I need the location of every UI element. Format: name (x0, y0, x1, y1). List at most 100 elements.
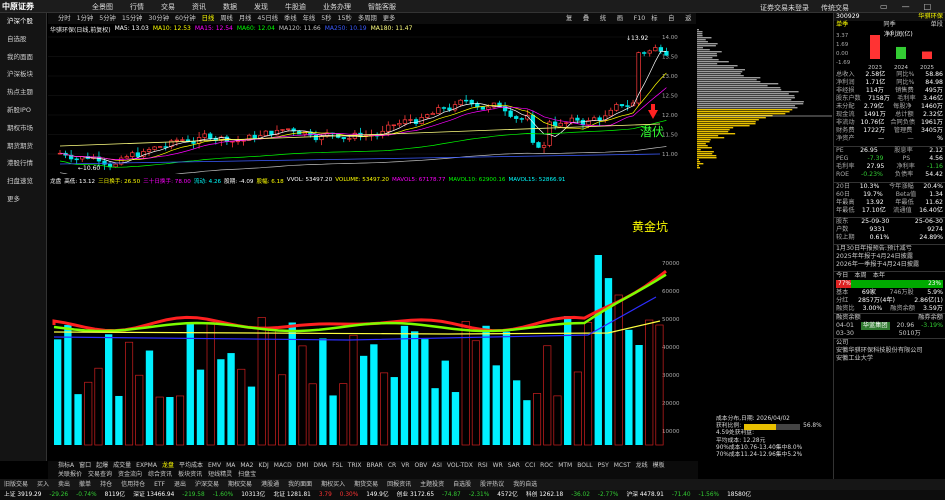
toolbar-button[interactable]: 返回 (685, 13, 696, 33)
timeframe-tab[interactable]: 日线 (202, 13, 215, 24)
bottom-menu-item[interactable]: 期货交易 (354, 479, 378, 490)
sidebar-item[interactable]: 扫盘速览 (0, 173, 46, 191)
toolbar-button[interactable]: 复权 (566, 13, 577, 33)
sidebar-item[interactable]: 更多 (0, 191, 46, 209)
timeframe-tab[interactable]: 月线 (239, 13, 252, 24)
bottom-menu-item[interactable]: 期权交易 (228, 479, 252, 490)
bottom-menu-item[interactable]: 卖出 (58, 479, 70, 490)
strength-tab[interactable]: 本周 (854, 272, 866, 279)
indicator-tab[interactable]: KDJ (258, 461, 268, 470)
indicator-tab[interactable]: BRAR (367, 461, 383, 470)
indicator-tab[interactable]: 成交量 (113, 461, 131, 470)
top-menu-item[interactable]: 行情 (130, 2, 144, 12)
bottom-menu-item[interactable]: 我的自选 (513, 479, 537, 490)
event-item[interactable]: 1月30日年报预告:预计减亏 (834, 245, 945, 253)
bottom-menu-item[interactable]: 旧版交易 (4, 479, 28, 490)
sidebar-item[interactable]: 我的面面 (0, 49, 46, 67)
sidebar-item[interactable]: 沪深个股 (0, 13, 46, 31)
indicator-tab[interactable]: VOL-TDX (447, 461, 473, 470)
info-tab[interactable]: 板块资讯 (178, 470, 202, 479)
timeframe-tab[interactable]: 年线 (303, 13, 316, 24)
timeframe-tab[interactable]: 多周期 (358, 13, 377, 24)
indicator-tab[interactable]: 平均成本 (179, 461, 203, 470)
indicator-tab[interactable]: 模板 (653, 461, 665, 470)
bottom-menu-item[interactable]: ETF (154, 479, 165, 490)
sidebar-item[interactable]: 港股行情 (0, 155, 46, 173)
event-item[interactable]: 2025年年报于4月24日披露 (834, 253, 945, 261)
timeframe-tab[interactable]: 30分钟 (148, 13, 169, 24)
info-tab[interactable]: 综合资讯 (148, 470, 172, 479)
indicator-tab[interactable]: MCST (614, 461, 631, 470)
info-tab[interactable]: 资金流向 (118, 470, 142, 479)
bottom-menu-item[interactable]: 主题投资 (420, 479, 444, 490)
indicator-tab[interactable]: MTM (558, 461, 572, 470)
info-tab[interactable]: 交易查询 (88, 470, 112, 479)
indicator-tab[interactable]: EXPMA (136, 461, 157, 470)
indicator-tab[interactable]: DMI (297, 461, 309, 470)
bottom-menu-item[interactable]: 退出 (174, 479, 186, 490)
sidebar-item[interactable]: 期货期货 (0, 138, 46, 156)
sidebar-item[interactable]: 新股IPO (0, 102, 46, 120)
info-tab[interactable]: 关联报价 (58, 470, 82, 479)
period-tab[interactable]: 单季 (836, 21, 848, 29)
top-menu-item[interactable]: 牛股逾 (285, 2, 306, 12)
sidebar-item[interactable]: 自选股 (0, 31, 46, 49)
bottom-menu-item[interactable]: 期权买入 (321, 479, 345, 490)
window-control[interactable]: — (902, 2, 910, 11)
timeframe-tab[interactable]: 15秒 (338, 13, 352, 24)
indicator-tab[interactable]: EMV (208, 461, 221, 470)
timeframe-tab[interactable]: 周线 (220, 13, 233, 24)
timeframe-tab[interactable]: 60分钟 (175, 13, 196, 24)
indicator-tab[interactable]: 窗口 (79, 461, 91, 470)
timeframe-tab[interactable]: 15分钟 (122, 13, 143, 24)
indicator-tab[interactable]: 龙线 (636, 461, 648, 470)
indicator-tab[interactable]: RSI (478, 461, 488, 470)
timeframe-tab[interactable]: 分时 (58, 13, 71, 24)
timeframe-tab[interactable]: 1分钟 (77, 13, 94, 24)
indicator-tab[interactable]: OBV (414, 461, 427, 470)
timeframe-tab[interactable]: 季线 (284, 13, 297, 24)
price-chart[interactable]: 14.0013.5013.0012.5012.0011.5011.00↓13.9… (48, 24, 696, 174)
strength-tab[interactable]: 本年 (873, 272, 885, 279)
timeframe-tab[interactable]: 45日线 (257, 13, 278, 24)
indicator-tab[interactable]: DMA (313, 461, 327, 470)
indicator-tab[interactable]: SAR (508, 461, 520, 470)
toolbar-button[interactable]: 自选 (668, 13, 679, 33)
top-menu-item[interactable]: 发现 (254, 2, 268, 12)
indicator-tab[interactable]: VR (401, 461, 409, 470)
bottom-menu-item[interactable]: 自选股 (453, 479, 471, 490)
top-menu-item[interactable]: 业务办理 (323, 2, 351, 12)
bottom-menu-item[interactable]: 回报资讯 (387, 479, 411, 490)
bottom-menu-item[interactable]: 撤单 (79, 479, 91, 490)
top-menu-item[interactable]: 资讯 (192, 2, 206, 12)
indicator-tab[interactable]: ASI (432, 461, 442, 470)
period-tab[interactable]: 同季 (883, 21, 895, 29)
sidebar-item[interactable]: 期权市场 (0, 120, 46, 138)
event-item[interactable]: 2026年一季报于4月24日披露 (834, 261, 945, 269)
window-control[interactable]: □ (924, 2, 932, 11)
bottom-menu-item[interactable]: 持仓 (100, 479, 112, 490)
info-tab[interactable]: 扫盘宝 (238, 470, 256, 479)
top-menu-item[interactable]: 全景图 (92, 2, 113, 12)
toolbar-button[interactable]: 统计 (600, 13, 611, 33)
indicator-tab[interactable]: MA2 (240, 461, 253, 470)
indicator-tab[interactable]: ROC (540, 461, 553, 470)
indicator-tab[interactable]: FSL (332, 461, 343, 470)
indicator-tab[interactable]: CCI (525, 461, 535, 470)
sidebar-item[interactable]: 热点主题 (0, 84, 46, 102)
top-menu-item[interactable]: 数据 (223, 2, 237, 12)
bottom-menu-item[interactable]: 沪深交易 (195, 479, 219, 490)
toolbar-button[interactable]: 画线 (617, 13, 628, 33)
indicator-tab[interactable]: TRIX (348, 461, 362, 470)
indicator-tab[interactable]: 起爆 (96, 461, 108, 470)
toolbar-button[interactable]: F10 (634, 13, 646, 24)
timeframe-tab[interactable]: 更多 (383, 13, 396, 24)
bottom-menu-item[interactable]: 港股通 (261, 479, 279, 490)
indicator-tab[interactable]: 龙盘 (162, 461, 174, 470)
window-control[interactable]: ▭ (880, 2, 888, 11)
login-link[interactable]: 证券交易未登录 (760, 3, 809, 13)
indicator-tab[interactable]: MACD (274, 461, 292, 470)
toolbar-button[interactable]: 标记 (651, 13, 662, 33)
timeframe-tab[interactable]: 5秒 (321, 13, 331, 24)
toolbar-button[interactable]: 叠加 (583, 13, 594, 33)
